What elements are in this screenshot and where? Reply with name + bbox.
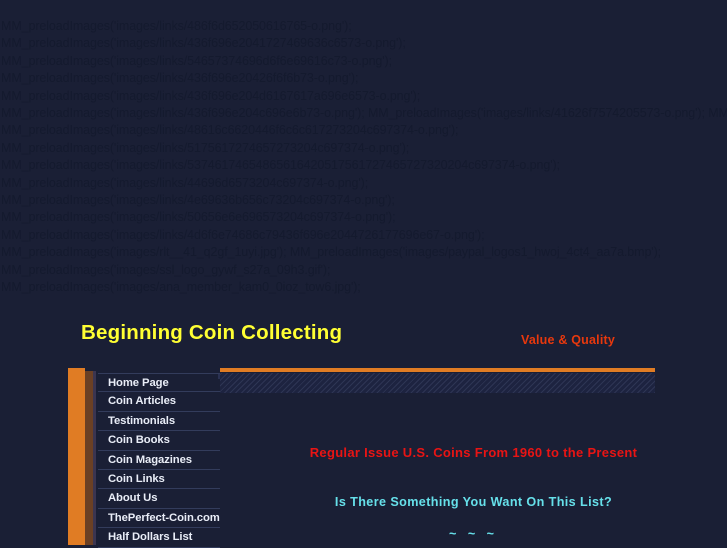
js-dump-line: MM_preloadImages('images/links/517561727… (1, 140, 410, 155)
js-dump-line: MM_preloadImages('images/links/537461746… (1, 158, 560, 173)
hatched-decorative-band (220, 373, 655, 393)
left-orange-accent-bar (68, 368, 85, 545)
js-dump-line: MM_preloadImages('images/links/436f696e2… (1, 106, 727, 121)
sidebar-item-theperfect-coin-com[interactable]: ThePerfect-Coin.com (98, 509, 220, 529)
javascript-preload-dump: MM_preloadImages('images/links/486f6d652… (0, 0, 727, 297)
sidebar-item-coin-books[interactable]: Coin Books (98, 431, 220, 451)
content-divider: ~ ~ ~ (448, 527, 499, 541)
js-dump-line: MM_preloadImages('images/links/48616c662… (1, 123, 459, 138)
js-dump-line: MM_preloadImages('images/links/436f696e2… (1, 36, 406, 51)
sidebar-navigation: Home Page Coin Articles Testimonials Coin B… (98, 373, 220, 548)
content-top-rule (220, 368, 655, 372)
js-dump-line: MM_preloadImages('images/links/4e69636b6… (1, 193, 395, 208)
site-tagline: Value & Quality (521, 333, 616, 347)
sidebar-item-coin-links[interactable]: Coin Links (98, 470, 220, 490)
left-inner-accent-bar (93, 371, 96, 545)
sidebar-item-home-page[interactable]: Home Page (98, 373, 220, 393)
page-body-frame: Home Page Coin Articles Testimonials Coin B… (68, 368, 727, 548)
js-dump-line: MM_preloadImages('images/rlt__41_q2gf_1u… (1, 245, 662, 260)
content-heading: Regular Issue U.S. Coins From 1960 to th… (309, 445, 638, 460)
sidebar-item-coin-magazines[interactable]: Coin Magazines (98, 451, 220, 470)
js-dump-line: MM_preloadImages('images/links/436f696e2… (1, 88, 421, 103)
content-question: Is There Something You Want On This List… (334, 495, 613, 509)
sidebar-item-about-us[interactable]: About Us (98, 489, 220, 509)
js-dump-line: MM_preloadImages('images/links/486f6d652… (1, 19, 352, 33)
js-dump-line: MM_preloadImages('images/links/546573746… (1, 53, 392, 68)
js-dump-line: MM_preloadImages('images/links/4d6f6e746… (1, 227, 485, 242)
js-dump-line: MM_preloadImages('images/ssl_logo_gywf_s… (1, 262, 331, 277)
main-content: Regular Issue U.S. Coins From 1960 to th… (220, 398, 727, 541)
js-dump-line: MM_preloadImages('images/links/44696d657… (1, 175, 369, 190)
site-header: Beginning Coin Collecting Value & Qualit… (0, 318, 727, 364)
js-dump-line: MM_preloadImages('images/links/50656e6e6… (1, 210, 396, 225)
js-dump-line: MM_preloadImages('images/links/436f696e2… (1, 71, 359, 86)
left-brown-accent-bar (85, 371, 93, 545)
page-title: Beginning Coin Collecting (81, 321, 343, 344)
sidebar-item-coin-articles[interactable]: Coin Articles (98, 392, 220, 412)
sidebar-item-testimonials[interactable]: Testimonials (98, 412, 220, 432)
js-dump-line: MM_preloadImages('images/ana_member_kam0… (1, 280, 361, 295)
